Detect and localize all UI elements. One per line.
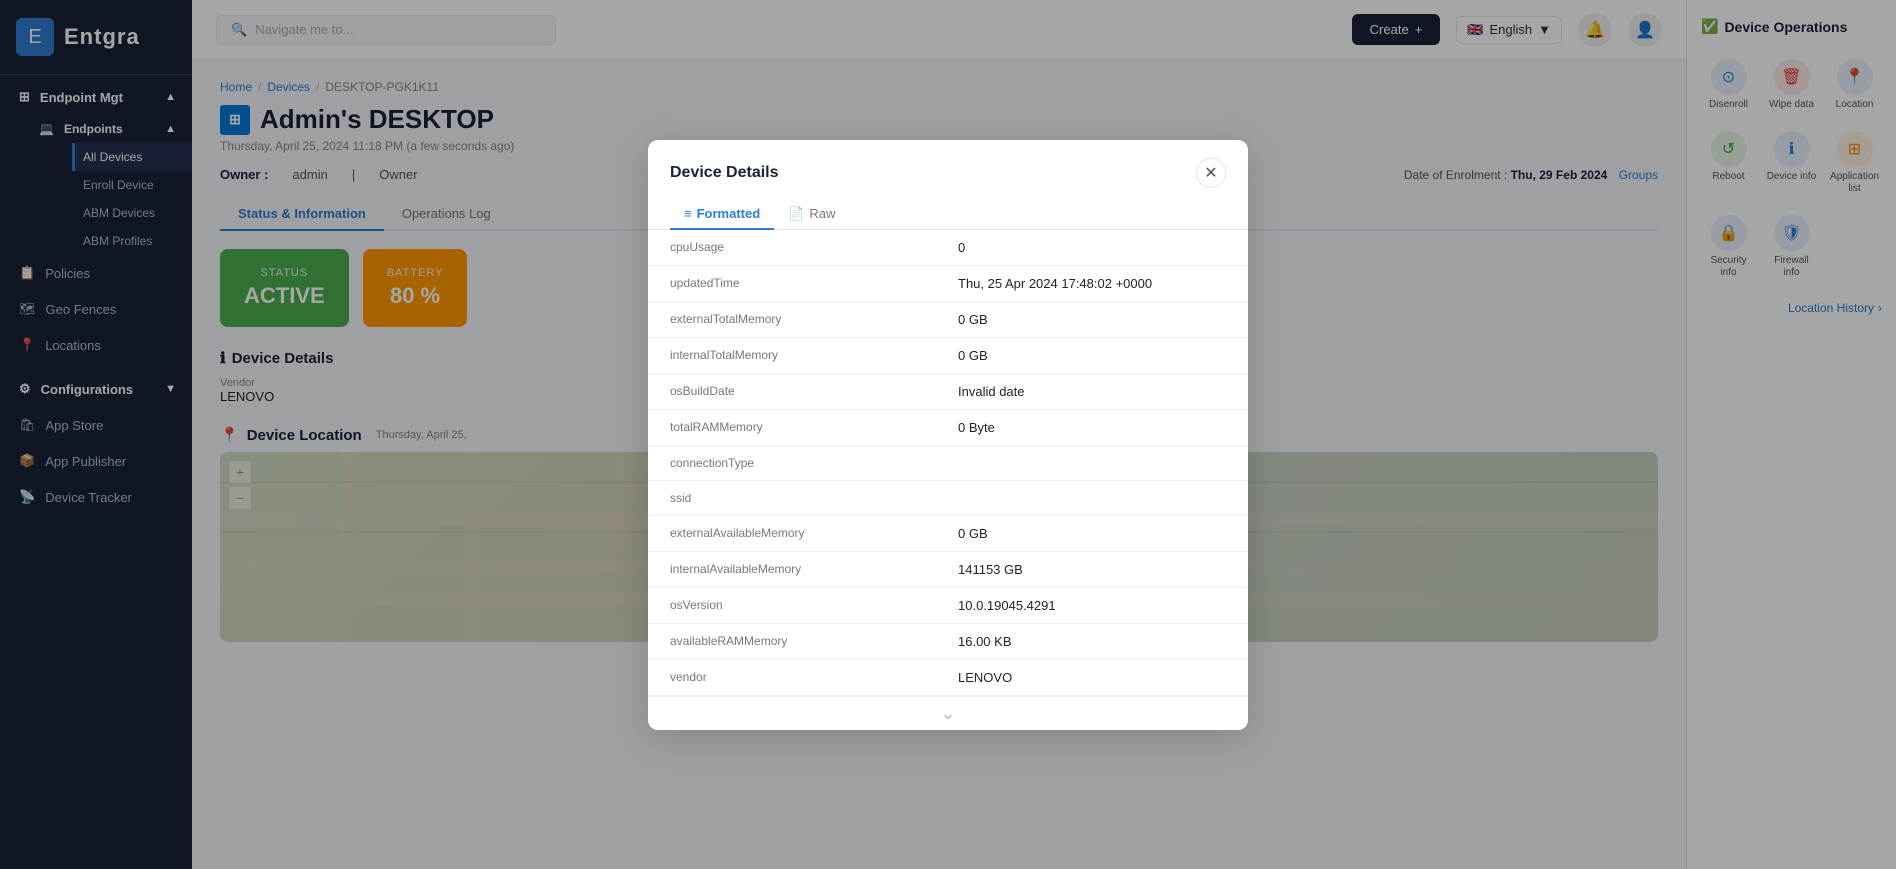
formatted-icon: ≡ — [684, 206, 692, 221]
modal-tab-formatted[interactable]: ≡ Formatted — [670, 200, 774, 230]
row-value: 0 GB — [936, 515, 1248, 551]
modal-title: Device Details — [670, 164, 779, 182]
table-row: totalRAMMemory0 Byte — [648, 409, 1248, 445]
raw-icon: 📄 — [788, 206, 804, 222]
table-row: internalTotalMemory0 GB — [648, 337, 1248, 373]
row-key: externalTotalMemory — [648, 301, 936, 337]
row-value: 10.0.19045.4291 — [936, 587, 1248, 623]
modal-tab-raw[interactable]: 📄 Raw — [774, 200, 849, 230]
table-row: connectionType — [648, 445, 1248, 480]
row-value: LENOVO — [936, 659, 1248, 695]
table-row: externalTotalMemory0 GB — [648, 301, 1248, 337]
row-key: cpuUsage — [648, 230, 936, 266]
row-value: 0 Byte — [936, 409, 1248, 445]
table-row: internalAvailableMemory141153 GB — [648, 551, 1248, 587]
row-key: updatedTime — [648, 265, 936, 301]
detail-table: cpuUsage0updatedTimeThu, 25 Apr 2024 17:… — [648, 230, 1248, 696]
table-row: ssid — [648, 480, 1248, 515]
row-key: osBuildDate — [648, 373, 936, 409]
table-row: updatedTimeThu, 25 Apr 2024 17:48:02 +00… — [648, 265, 1248, 301]
row-key: vendor — [648, 659, 936, 695]
table-row: externalAvailableMemory0 GB — [648, 515, 1248, 551]
modal-close-button[interactable]: ✕ — [1196, 158, 1226, 188]
row-key: totalRAMMemory — [648, 409, 936, 445]
table-row: vendorLENOVO — [648, 659, 1248, 695]
row-key: externalAvailableMemory — [648, 515, 936, 551]
row-value: Invalid date — [936, 373, 1248, 409]
formatted-label: Formatted — [697, 206, 761, 221]
row-value: 141153 GB — [936, 551, 1248, 587]
table-row: osBuildDateInvalid date — [648, 373, 1248, 409]
row-key: ssid — [648, 480, 936, 515]
table-row: cpuUsage0 — [648, 230, 1248, 266]
raw-label: Raw — [809, 206, 835, 221]
modal-tabs: ≡ Formatted 📄 Raw — [648, 188, 1248, 230]
table-row: availableRAMMemory16.00 KB — [648, 623, 1248, 659]
row-value: 16.00 KB — [936, 623, 1248, 659]
row-value: Thu, 25 Apr 2024 17:48:02 +0000 — [936, 265, 1248, 301]
modal-device-details: Device Details ✕ ≡ Formatted 📄 Raw cpuUs… — [648, 140, 1248, 730]
row-value: 0 GB — [936, 337, 1248, 373]
table-row: osVersion10.0.19045.4291 — [648, 587, 1248, 623]
row-value: 0 — [936, 230, 1248, 266]
row-key: connectionType — [648, 445, 936, 480]
row-key: osVersion — [648, 587, 936, 623]
row-key: internalAvailableMemory — [648, 551, 936, 587]
row-value — [936, 480, 1248, 515]
modal-table-body: cpuUsage0updatedTimeThu, 25 Apr 2024 17:… — [648, 230, 1248, 696]
row-key: internalTotalMemory — [648, 337, 936, 373]
modal-overlay[interactable]: Device Details ✕ ≡ Formatted 📄 Raw cpuUs… — [0, 0, 1896, 869]
modal-header: Device Details ✕ — [648, 140, 1248, 188]
row-key: availableRAMMemory — [648, 623, 936, 659]
row-value — [936, 445, 1248, 480]
modal-scroll-indicator: ⌄ — [648, 696, 1248, 730]
row-value: 0 GB — [936, 301, 1248, 337]
modal-body: cpuUsage0updatedTimeThu, 25 Apr 2024 17:… — [648, 230, 1248, 696]
